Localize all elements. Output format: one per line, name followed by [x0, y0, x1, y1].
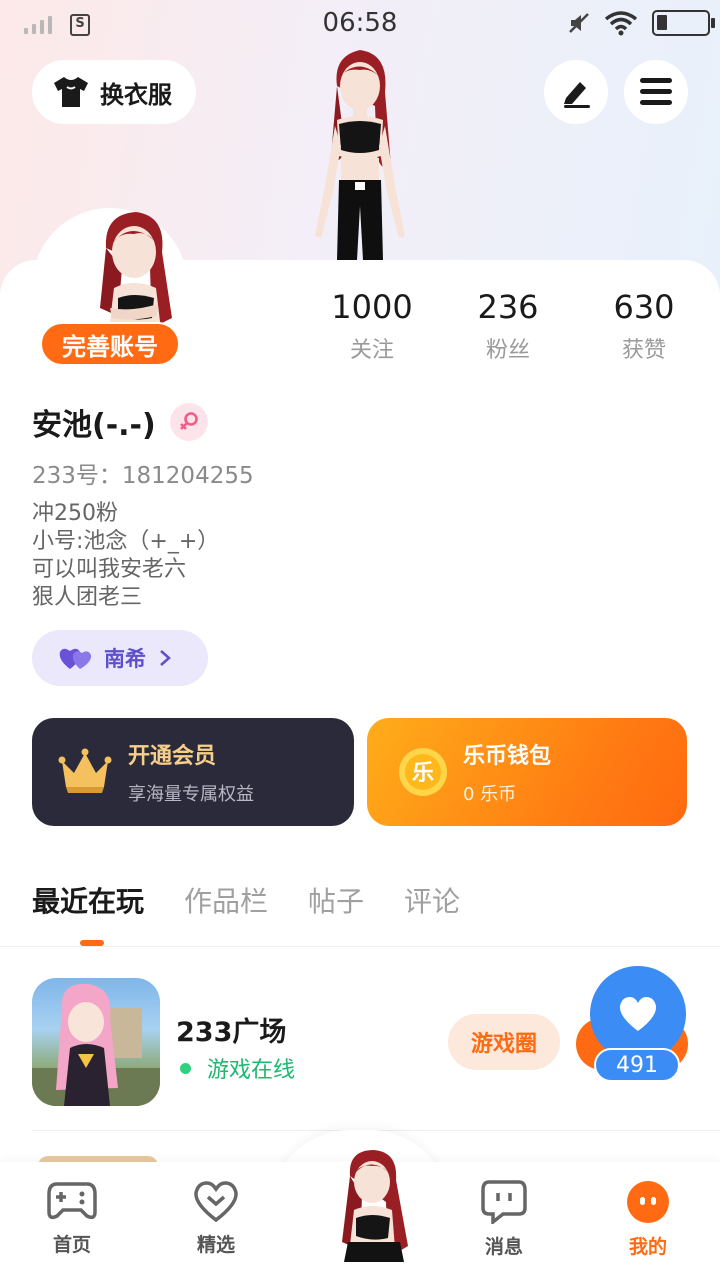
nav-label: 消息	[484, 1236, 523, 1258]
gamepad-icon	[47, 1182, 97, 1220]
bio: 冲250粉 小号:池念（+_+） 可以叫我安老六 狠人团老三	[32, 500, 219, 612]
crown-icon	[58, 748, 112, 793]
game-online-status: 游戏在线	[180, 1052, 295, 1084]
tag-label: 南希	[104, 647, 146, 671]
wallet-balance: 0 乐币	[463, 784, 517, 805]
edit-profile-button[interactable]	[544, 60, 608, 124]
wifi-icon	[604, 11, 638, 36]
content-tabs: 最近在玩 作品栏 帖子 评论	[32, 880, 460, 928]
wallet-title: 乐币钱包	[463, 744, 552, 769]
chat-icon	[481, 1180, 527, 1226]
avatar-3d-figure	[315, 50, 405, 260]
tab-works[interactable]: 作品栏	[184, 880, 268, 928]
tab-recent-play[interactable]: 最近在玩	[32, 880, 144, 928]
vip-title: 开通会员	[128, 744, 217, 769]
nav-avatar-center[interactable]	[328, 1146, 420, 1262]
likes-count: 630	[613, 288, 675, 326]
nav-label: 精选	[196, 1234, 235, 1256]
game-thumbnail[interactable]	[32, 978, 160, 1106]
bio-line: 可以叫我安老六	[32, 557, 187, 582]
nav-item-me[interactable]: 我的	[598, 1180, 698, 1259]
double-heart-icon	[59, 648, 92, 669]
tabs-divider	[0, 946, 720, 947]
nav-item-messages[interactable]: 消息	[454, 1180, 554, 1259]
nav-item-home[interactable]: 首页	[22, 1180, 122, 1257]
user-id: 233号：181204255	[32, 463, 254, 489]
wallet-card[interactable]: 乐 乐币钱包 0 乐币	[367, 718, 687, 826]
bio-line: 小号:池念（+_+）	[32, 529, 220, 554]
tshirt-icon	[54, 77, 88, 107]
likes-label: 获赞	[621, 338, 666, 363]
vip-subtitle: 享海量专属权益	[128, 784, 254, 805]
status-bar: S 06:58	[0, 0, 720, 50]
bio-line: 狠人团老三	[32, 585, 143, 610]
female-gender-icon	[169, 403, 208, 441]
hamburger-icon	[640, 78, 672, 105]
stat-following[interactable]: 1000 关注	[307, 288, 437, 364]
svg-text:乐: 乐	[412, 761, 434, 786]
fans-label: 粉丝	[485, 338, 530, 363]
vip-membership-card[interactable]: 开通会员 享海量专属权益	[32, 718, 354, 826]
nav-item-featured[interactable]: 精选	[166, 1180, 266, 1257]
stat-fans[interactable]: 236 粉丝	[443, 288, 573, 364]
nav-label: 我的	[628, 1236, 667, 1258]
tab-comments[interactable]: 评论	[404, 880, 460, 928]
online-dot-icon	[180, 1062, 191, 1074]
username-row: 安池(-.-)	[32, 400, 208, 444]
menu-button[interactable]	[624, 60, 688, 124]
game-circle-button[interactable]: 游戏圈	[448, 1014, 560, 1070]
coin-icon: 乐	[399, 748, 447, 796]
stat-likes[interactable]: 630 获赞	[579, 288, 709, 364]
mute-icon	[569, 13, 589, 33]
nav-label: 首页	[52, 1234, 91, 1256]
username: 安池(-.-)	[32, 408, 156, 443]
battery-icon	[652, 10, 715, 36]
game-title: 233广场	[176, 1017, 287, 1048]
chevron-right-icon	[160, 650, 171, 666]
following-label: 关注	[349, 338, 394, 363]
bio-line: 冲250粉	[32, 501, 118, 526]
change-outfit-label: 换衣服	[100, 80, 172, 109]
fans-count: 236	[477, 288, 539, 326]
heart-badge-icon	[194, 1181, 238, 1223]
following-count: 1000	[331, 288, 413, 326]
complete-account-button[interactable]: 完善账号	[40, 322, 180, 366]
pen-icon	[564, 82, 590, 108]
relationship-tag-button[interactable]: 南希	[32, 630, 208, 686]
tab-posts[interactable]: 帖子	[308, 880, 364, 928]
like-count: 491	[594, 1048, 680, 1082]
change-outfit-button[interactable]: 换衣服	[32, 60, 196, 124]
game-status-text: 游戏在线	[207, 1058, 296, 1083]
heart-icon	[619, 997, 657, 1031]
profile-avatar[interactable]	[92, 208, 192, 338]
profile-face-icon	[627, 1181, 669, 1223]
